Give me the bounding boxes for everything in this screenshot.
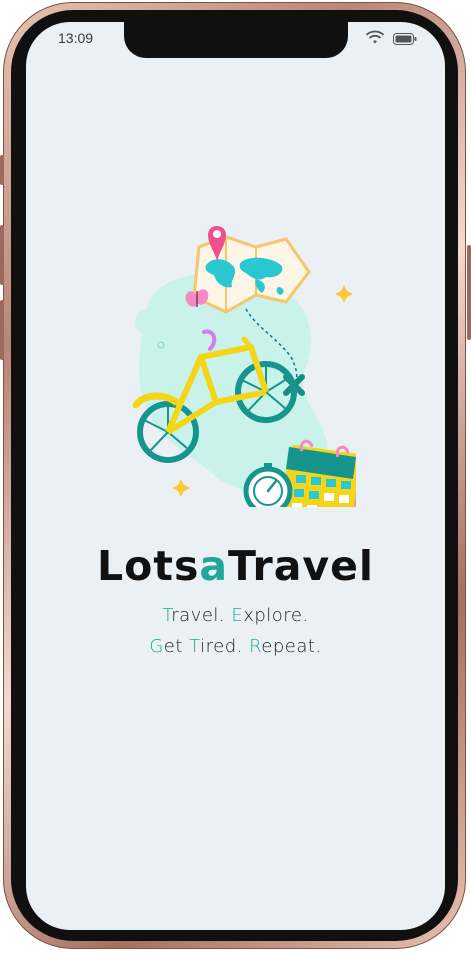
tagline-word: ired. [200, 636, 250, 657]
title-accent: a [199, 542, 229, 590]
wifi-icon [365, 30, 385, 49]
title-part1: Lots [97, 542, 200, 590]
notch [124, 22, 348, 58]
status-time: 13:09 [58, 30, 94, 46]
mute-switch [0, 155, 4, 185]
tagline-capital: G [149, 636, 164, 657]
screen: 13:09 LotsaTravel Travel. Explore. Get T… [26, 22, 445, 930]
tagline-word: ravel. [171, 605, 232, 626]
status-icons [365, 30, 417, 49]
small-blob [135, 309, 161, 335]
tagline-capital: T [162, 605, 172, 626]
tagline-capital: T [189, 636, 201, 657]
volume-up-button [0, 225, 4, 285]
travel-illustration [132, 226, 356, 507]
tagline-word: epeat. [261, 636, 322, 657]
tagline-capital: R [249, 636, 262, 657]
battery-icon [393, 30, 417, 49]
tagline-capital: E [231, 605, 244, 626]
volume-down-button [0, 300, 4, 360]
tagline-line-2: Get Tired. Repeat. [26, 636, 445, 657]
tagline-word: et [163, 636, 190, 657]
tagline-word: xplore. [243, 605, 309, 626]
sparkle-icon [335, 285, 353, 303]
sparkle-icon [172, 479, 190, 497]
title-part2: Travel [228, 542, 374, 590]
power-button [467, 245, 471, 340]
tagline-line-1: Travel. Explore. [26, 605, 445, 626]
app-title: LotsaTravel [26, 542, 445, 590]
